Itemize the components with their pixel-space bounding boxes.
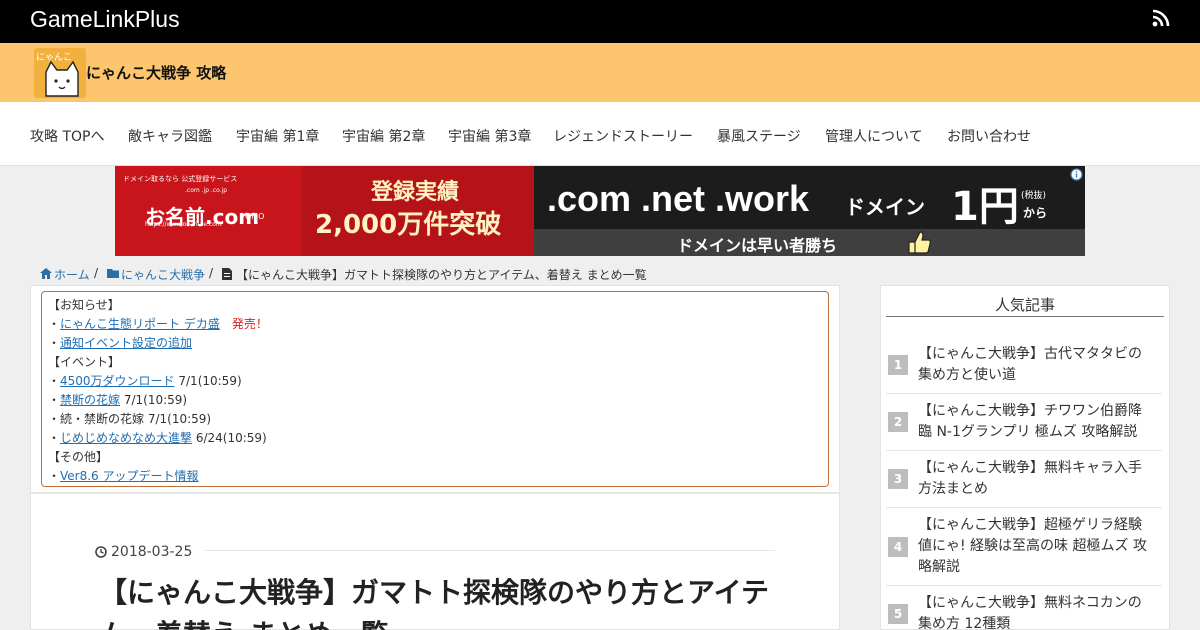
notice-item: ・通知イベント設定の追加: [48, 336, 193, 350]
ad-url: https://www.onamae.com: [145, 221, 222, 228]
sidebar-heading: 人気記事: [994, 296, 1055, 314]
breadcrumb-separator: /: [209, 266, 214, 280]
popular-article-link[interactable]: 【にゃんこ大戦争】無料ネコカンの集め方 12種類: [918, 593, 1150, 630]
sidebar-divider: [886, 393, 1162, 394]
notice-link-forbidden-bride[interactable]: 禁断の花嫁: [60, 393, 120, 407]
notice-item: ・続・禁断の花嫁 7/1(10:59): [48, 412, 212, 426]
brand-title[interactable]: にゃんこ大戦争 攻略: [86, 62, 226, 83]
nav-item-about-admin[interactable]: 管理人について: [825, 126, 923, 146]
top-bar: [0, 0, 1200, 43]
breadcrumb-current: 【にゃんこ大戦争】ガマトト探検隊のやり方とアイテム、着替え まとめ一覧: [236, 268, 647, 282]
sidebar-heading-rule: [886, 316, 1164, 317]
ad-line1: 登録実績: [371, 180, 460, 205]
notice-link-notification-settings[interactable]: 通知イベント設定の追加: [60, 336, 192, 350]
nav-item-legend-story[interactable]: レジェンドストーリー: [553, 126, 693, 146]
popular-article-link[interactable]: 【にゃんこ大戦争】超極ゲリラ経験値にゃ! 経験は至高の味 超極ムズ 攻略解説: [918, 515, 1150, 578]
sidebar-divider: [886, 507, 1162, 508]
date-rule: [205, 550, 775, 551]
logo-text: にゃんこ: [36, 52, 72, 63]
ad-price: 1円: [951, 184, 1019, 230]
post-date: 2018-03-25: [111, 544, 193, 560]
ad-tlds: .com .jp .co.jp: [185, 187, 228, 194]
notice-link-ecology-report[interactable]: にゃんこ生態リポート デカ盛: [60, 317, 220, 331]
nav-item-storm-stage[interactable]: 暴風ステージ: [717, 126, 801, 146]
thumbs-up-icon: [908, 231, 931, 254]
notice-item: ・禁断の花嫁 7/1(10:59): [48, 393, 188, 407]
ad-slogan: ドメインは早い者勝ち: [677, 236, 838, 255]
rank-badge: 1: [888, 355, 908, 375]
ad-domains: .com .net .work: [547, 178, 810, 219]
notice-link-damp-advance[interactable]: じめじめなめなめ大進撃: [60, 431, 192, 445]
nav-item-top[interactable]: 攻略 TOPへ: [30, 126, 104, 146]
popular-article-link[interactable]: 【にゃんこ大戦争】無料キャラ入手方法まとめ: [918, 458, 1150, 500]
ad-banner[interactable]: ドメイン取るなら 公式登録サービス .com .jp .co.jp お名前.co…: [115, 166, 1085, 256]
ad-from: から: [1023, 206, 1048, 220]
sidebar-divider: [886, 450, 1162, 451]
nav-item-space-ch2[interactable]: 宇宙編 第2章: [342, 126, 425, 146]
ad-line2: 2,000万件突破: [315, 210, 502, 240]
nav-item-enemy-catalog[interactable]: 敵キャラ図鑑: [128, 126, 212, 146]
notice-item: ・じめじめなめなめ大進撃 6/24(10:59): [48, 431, 267, 445]
clock-icon: [95, 546, 107, 558]
site-name-link[interactable]: GameLinkPlus: [30, 6, 180, 33]
notice-heading-other: 【その他】: [48, 450, 109, 464]
rank-badge: 4: [888, 537, 908, 557]
breadcrumb-separator: /: [94, 266, 99, 280]
sidebar-divider: [886, 585, 1162, 586]
popular-article-link[interactable]: 【にゃんこ大戦争】チワワン伯爵降臨 N-1グランプリ 極ムズ 攻略解説: [918, 401, 1150, 443]
rank-badge: 2: [888, 412, 908, 432]
notice-heading-event: 【イベント】: [48, 355, 121, 369]
nav-item-space-ch3[interactable]: 宇宙編 第3章: [448, 126, 531, 146]
notice-link-45m-downloads[interactable]: 4500万ダウンロード: [60, 374, 175, 388]
ad-tag: ドメイン取るなら 公式登録サービス: [123, 175, 238, 183]
notice-item: ・にゃんこ生態リポート デカ盛 発売！: [48, 317, 268, 331]
notice-heading-news: 【お知らせ】: [48, 298, 120, 312]
breadcrumb-home[interactable]: ホーム: [54, 266, 90, 283]
nav-item-space-ch1[interactable]: 宇宙編 第1章: [236, 126, 319, 146]
notice-item: ・4500万ダウンロード 7/1(10:59): [48, 374, 242, 388]
site-logo[interactable]: にゃんこ: [34, 48, 86, 98]
ad-info-icon[interactable]: [1070, 168, 1083, 181]
rank-badge: 5: [888, 604, 908, 624]
ad-tax: (税抜): [1021, 191, 1047, 201]
notice-link-ver86-update[interactable]: Ver8.6 アップデート情報: [60, 469, 199, 483]
rank-badge: 3: [888, 469, 908, 489]
ad-gmo: GMO: [245, 212, 265, 221]
ad-domain-word: ドメイン: [845, 195, 925, 219]
rss-icon[interactable]: [1152, 9, 1170, 27]
popular-article-link[interactable]: 【にゃんこ大戦争】古代マタタビの集め方と使い道: [918, 344, 1150, 386]
notice-item: ・Ver8.6 アップデート情報: [48, 469, 199, 483]
document-icon: [222, 268, 232, 280]
notice-hot-label: 発売！: [231, 317, 268, 331]
breadcrumb-category[interactable]: にゃんこ大戦争: [121, 266, 205, 283]
home-icon: [40, 268, 52, 279]
folder-icon: [107, 269, 119, 278]
section-divider: [31, 492, 839, 494]
nav-item-contact[interactable]: お問い合わせ: [947, 126, 1031, 146]
post-title: 【にゃんこ大戦争】ガマトト探検隊のやり方とアイテム、着替え まとめ一覧: [99, 576, 770, 630]
